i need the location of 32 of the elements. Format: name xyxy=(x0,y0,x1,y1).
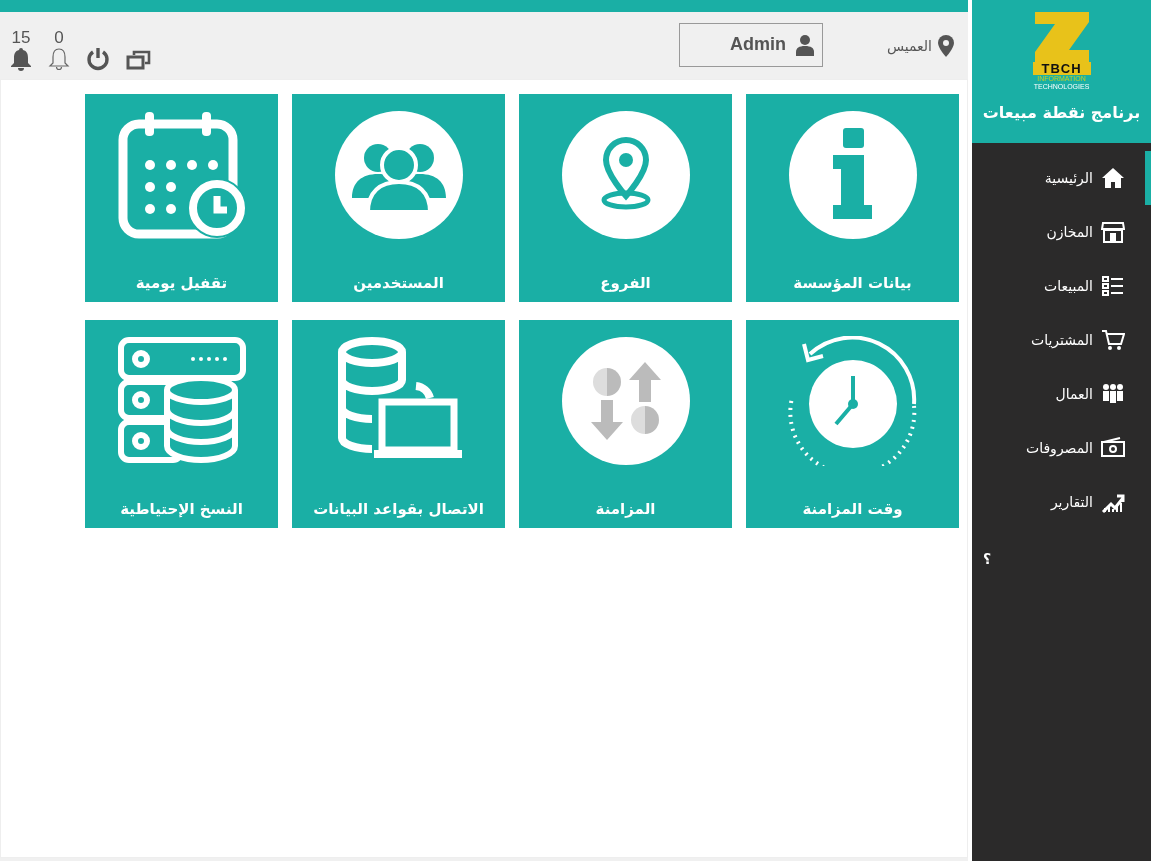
sidebar-item[interactable]: الرئيسية xyxy=(972,151,1151,205)
notification-count: 15 xyxy=(11,28,31,47)
users-icon xyxy=(333,110,464,240)
clock-icon xyxy=(787,336,918,466)
user-icon xyxy=(795,33,814,56)
location-pin-icon xyxy=(938,34,954,57)
list-icon xyxy=(1101,274,1125,298)
server-database-icon xyxy=(116,336,247,466)
help-link[interactable]: ؟ xyxy=(979,551,991,567)
user-box[interactable]: Admin xyxy=(678,22,823,67)
power-icon[interactable] xyxy=(86,46,110,71)
bell-icon[interactable] xyxy=(48,46,70,71)
home-icon xyxy=(1101,166,1125,190)
sidebar-item[interactable]: المشتريات xyxy=(972,313,1151,367)
sidebar-item[interactable]: المخازن xyxy=(972,205,1151,259)
banknote-icon xyxy=(1101,436,1125,460)
people-icon xyxy=(1101,382,1125,406)
sidebar-item[interactable]: المصروفات xyxy=(972,421,1151,475)
location-label: العميس xyxy=(886,37,932,54)
sync-arrows-icon xyxy=(560,336,691,466)
sidebar-item[interactable]: المبيعات xyxy=(972,259,1151,313)
location-pin-icon xyxy=(560,110,691,240)
bell-icon[interactable] xyxy=(10,46,32,71)
sidebar-item[interactable]: التقارير xyxy=(972,475,1151,529)
storefront-icon xyxy=(1101,220,1125,244)
info-icon xyxy=(787,110,918,240)
windows-icon[interactable] xyxy=(126,48,152,71)
notification-count: 0 xyxy=(54,28,64,47)
cart-icon xyxy=(1101,328,1125,352)
calendar-clock-icon xyxy=(116,110,247,240)
app-title: برنامج نقطة مبيعات xyxy=(982,103,1141,122)
sidebar-item[interactable]: العمال xyxy=(972,367,1151,421)
